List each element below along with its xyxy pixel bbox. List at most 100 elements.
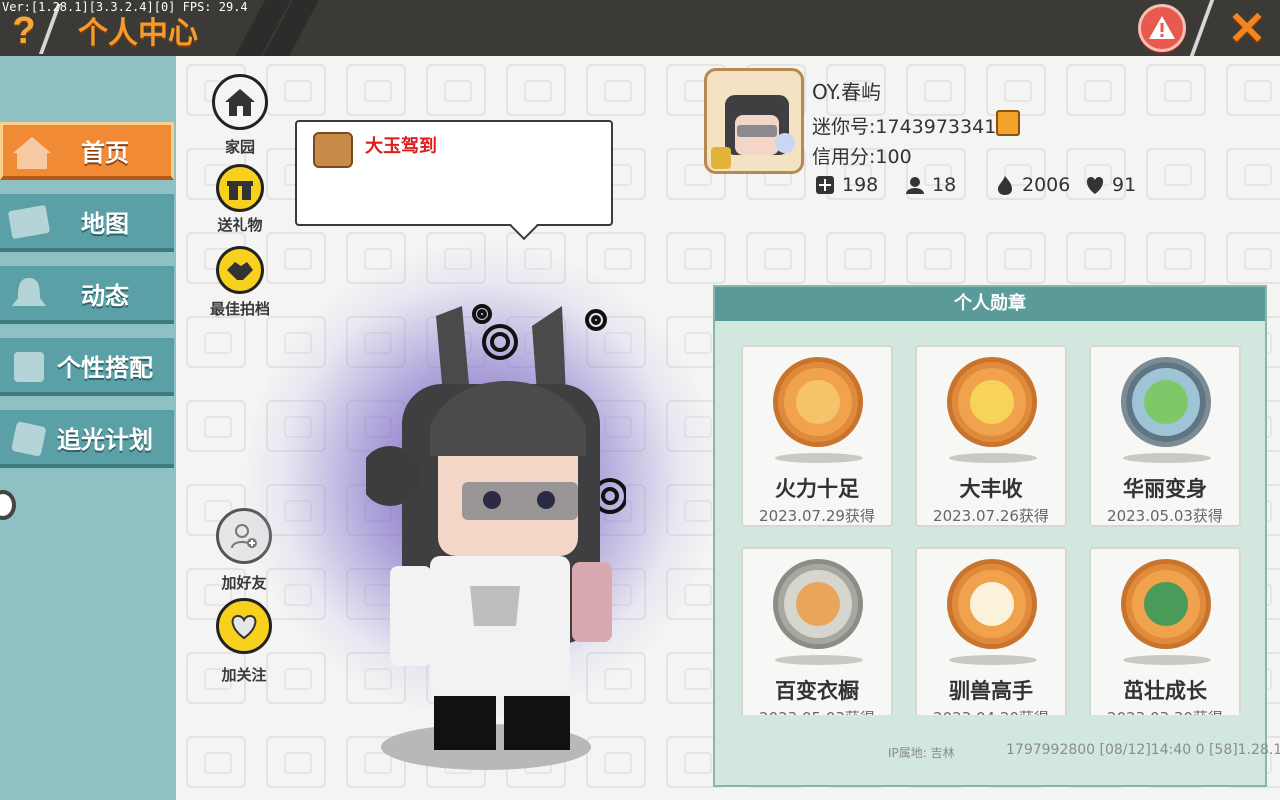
gift-button[interactable] [216, 164, 264, 212]
profile-credit-score: 信用分:100 [812, 146, 912, 168]
plus-box-icon [816, 176, 834, 194]
sidebar-item-label: 追光计划 [57, 425, 153, 454]
medal-card[interactable]: 茁壮成长 2023.03.30获得 [1089, 547, 1241, 715]
bubble-avatar-icon [313, 132, 353, 168]
stat-value: 2006 [1022, 174, 1071, 196]
sidebar-item-label: 地图 [81, 209, 129, 238]
gift-label: 送礼物 [217, 216, 263, 234]
stat-posts: 198 [814, 174, 878, 196]
growth-dino-medal-icon [1121, 559, 1211, 649]
sidebar-item-home[interactable]: 首页 [0, 122, 174, 180]
sidebar-item-light-plan[interactable]: 追光计划 [0, 410, 174, 468]
speech-bubble: 大玉驾到 [295, 120, 613, 226]
pattern-tile [1146, 148, 1206, 200]
pattern-tile [186, 316, 246, 368]
warning-icon [1149, 16, 1175, 39]
debug-version-text: Ver:[1.28.1][3.3.2.4][0] FPS: 29.4 [2, 0, 248, 14]
pattern-tile [266, 64, 326, 116]
pattern-tile [1226, 148, 1280, 200]
pattern-tile [906, 64, 966, 116]
home-button[interactable] [212, 74, 268, 130]
sidebar-item-label: 首页 [81, 139, 129, 167]
fans-icon [906, 177, 924, 194]
sidebar-item-label: 个性搭配 [57, 353, 153, 382]
pattern-tile [266, 736, 326, 788]
medal-name: 百变衣橱 [775, 679, 859, 703]
sidebar-item-outfit[interactable]: 个性搭配 [0, 338, 174, 396]
harvest-medal-icon [947, 357, 1037, 447]
medal-card[interactable]: 大丰收 2023.07.26获得 [915, 345, 1067, 527]
medal-name: 驯兽高手 [949, 679, 1033, 703]
medal-panel-title: 个人勋章 [715, 287, 1265, 321]
medal-panel: 个人勋章 火力十足 2023.07.29获得 大丰收 2023.07.26获得 … [713, 285, 1267, 787]
profile-mini-id: 迷你号:1743973341 [812, 116, 997, 138]
follow-button[interactable] [216, 598, 272, 654]
stat-value: 91 [1112, 174, 1137, 196]
pattern-tile [266, 232, 326, 284]
sidebar-item-moments[interactable]: 动态 [0, 266, 174, 324]
pattern-tile [506, 64, 566, 116]
medal-pedestal [949, 453, 1037, 463]
flame-icon [998, 176, 1012, 195]
pattern-tile [826, 232, 886, 284]
medal-grid: 火力十足 2023.07.29获得 大丰收 2023.07.26获得 华丽变身 … [715, 321, 1265, 715]
pattern-tile [346, 64, 406, 116]
profile-name: OY.春屿 [812, 80, 882, 104]
heart-icon [1086, 177, 1104, 194]
medal-card[interactable]: 驯兽高手 2023.04.20获得 [915, 547, 1067, 715]
medal-date: 2023.04.20获得 [917, 707, 1065, 715]
handshake-icon [227, 262, 253, 280]
medal-date: 2023.07.26获得 [933, 507, 1049, 525]
medal-card[interactable]: 火力十足 2023.07.29获得 [741, 345, 893, 527]
stat-fans: 18 [904, 174, 956, 196]
pattern-tile [186, 736, 246, 788]
character-avatar[interactable] [366, 286, 626, 756]
medal-pedestal [949, 655, 1037, 665]
main-content: 家园 送礼物 最佳拍档 加好友 加关注 大玉驾到 OY.春屿 迷你号:17439… [176, 56, 1280, 800]
medal-pedestal [1123, 655, 1211, 665]
medal-card[interactable]: 华丽变身 2023.05.03获得 [1089, 345, 1241, 527]
copy-icon[interactable] [996, 110, 1020, 136]
medal-card[interactable]: 百变衣橱 2023.05.03获得 [741, 547, 893, 715]
stat-likes: 91 [1084, 174, 1136, 196]
medal-name: 茁壮成长 [1123, 679, 1207, 703]
pattern-tile [1146, 232, 1206, 284]
medal-pedestal [1123, 453, 1211, 463]
profile-avatar[interactable] [704, 68, 804, 174]
medal-name: 华丽变身 [1123, 477, 1207, 501]
pattern-tile [1066, 232, 1126, 284]
heart-icon [231, 614, 257, 640]
bubble-text: 大玉驾到 [365, 136, 437, 157]
medal-pedestal [775, 655, 863, 665]
home-label: 家园 [224, 138, 255, 156]
stat-popularity: 2006 [994, 174, 1070, 196]
treasure-chest-medal-icon [773, 357, 863, 447]
wardrobe-bear-medal-icon [773, 559, 863, 649]
help-button[interactable]: ? [6, 10, 42, 52]
pattern-tile [186, 400, 246, 452]
pattern-tile [906, 232, 966, 284]
avatar-portrait [711, 95, 795, 169]
pattern-tile [1226, 64, 1280, 116]
report-button[interactable] [1138, 4, 1186, 52]
pattern-tile [426, 64, 486, 116]
close-button[interactable]: ✕ [1222, 4, 1272, 52]
medal-date: 2023.05.03获得 [743, 707, 891, 715]
medal-pedestal [775, 453, 863, 463]
follow-label: 加关注 [221, 666, 267, 684]
stat-value: 18 [932, 174, 957, 196]
best-partner-button[interactable] [216, 246, 264, 294]
medal-date: 2023.07.29获得 [759, 507, 875, 525]
pattern-tile [666, 232, 726, 284]
best-partner-label: 最佳拍档 [209, 300, 270, 318]
sidebar: 首页 地图 动态 个性搭配 追光计划 [0, 56, 176, 800]
medal-date: 2023.05.03获得 [1107, 507, 1223, 525]
ip-location: IP属地: 吉林 [888, 746, 955, 760]
pattern-tile [586, 64, 646, 116]
medal-name: 大丰收 [959, 477, 1023, 501]
tamer-medal-icon [947, 559, 1037, 649]
sidebar-item-map[interactable]: 地图 [0, 194, 174, 252]
footer-info: 1797992800 [08/12]14:40 0 [58]1.28.1 [1006, 742, 1280, 758]
medal-date: 2023.03.30获得 [1091, 707, 1239, 715]
medal-name: 火力十足 [775, 477, 859, 501]
